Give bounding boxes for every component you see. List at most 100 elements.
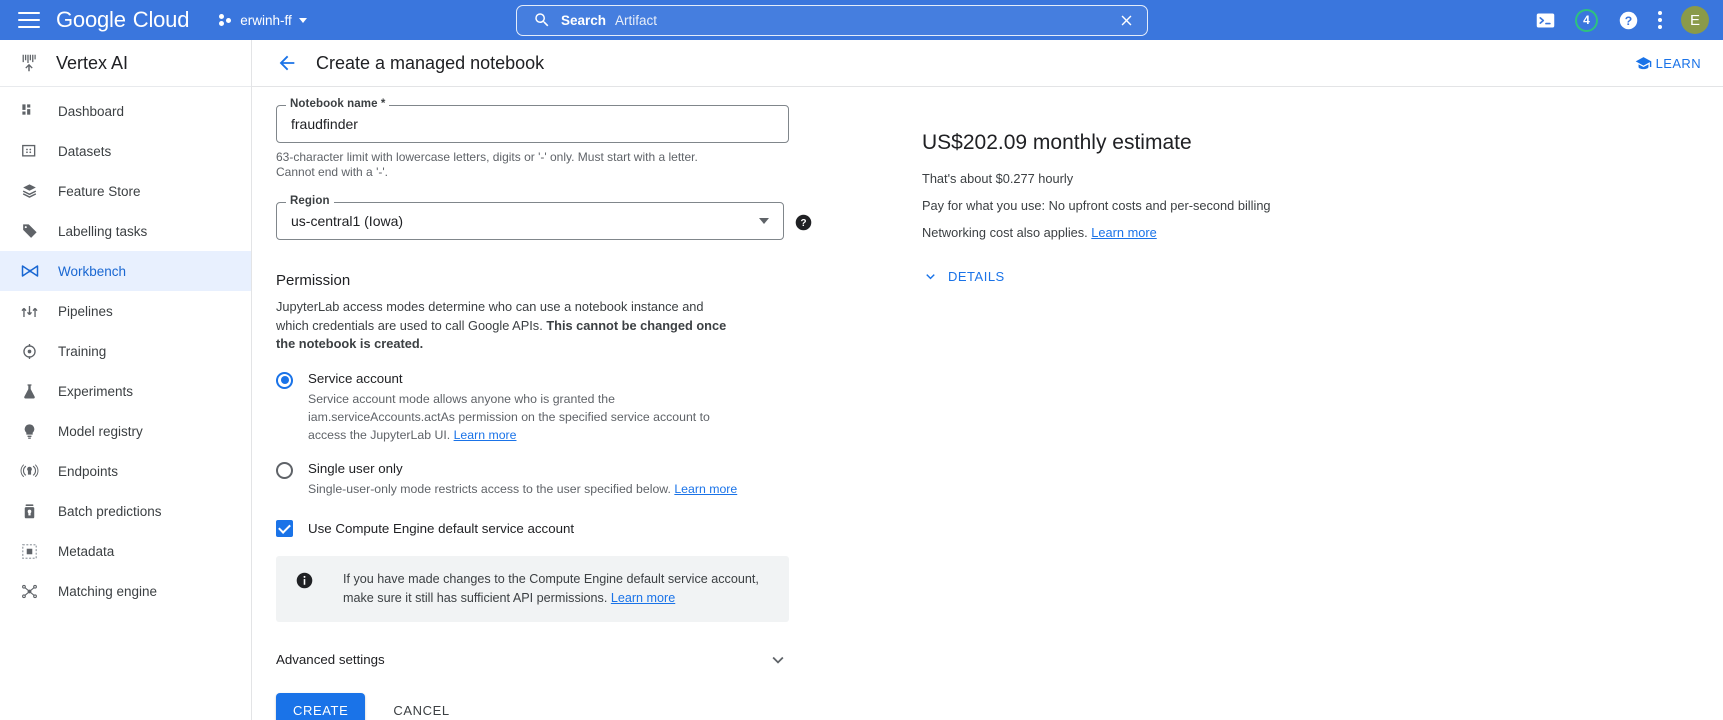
radio-option-service-account[interactable]: Service account Service account mode all… [276,371,812,444]
notebook-name-value: fraudfinder [291,116,358,132]
radio-desc-text: Single-user-only mode restricts access t… [308,482,674,496]
radio-description: Single-user-only mode restricts access t… [308,480,743,498]
model-registry-icon [19,421,40,442]
sidebar-item-endpoints[interactable]: Endpoints [0,451,251,491]
sidebar-item-workbench[interactable]: Workbench [0,251,251,291]
region-field[interactable]: Region us-central1 (Iowa) [276,202,784,240]
estimate-title: US$202.09 monthly estimate [922,131,1723,155]
help-icon[interactable]: ? [1617,9,1639,31]
notebook-name-label: Notebook name * [286,98,389,110]
sidebar-item-label: Model registry [58,424,143,439]
default-service-account-checkbox[interactable] [276,520,293,537]
svg-text:?: ? [1624,13,1631,27]
learn-label: LEARN [1656,56,1701,71]
sidebar-item-label: Pipelines [58,304,113,319]
sidebar-header: Vertex AI [0,40,251,87]
dashboard-icon [19,101,40,122]
learn-button[interactable]: LEARN [1635,55,1701,72]
brand-cloud: Cloud [133,7,189,32]
region-select[interactable]: us-central1 (Iowa) [276,202,784,240]
notebook-name-field[interactable]: Notebook name * fraudfinder [276,105,789,143]
feature-store-icon [19,181,40,202]
sidebar-item-feature-store[interactable]: Feature Store [0,171,251,211]
region-value: us-central1 (Iowa) [291,213,403,229]
help-circle-icon[interactable]: ? [795,214,812,231]
project-selector[interactable]: erwinh-ff [219,13,307,28]
top-app-bar: GoogleCloud erwinh-ff Search Artifact 4 … [0,0,1723,40]
sidebar-item-label: Feature Store [58,184,141,199]
advanced-settings-toggle[interactable]: Advanced settings [276,649,789,671]
search-bar[interactable]: Search Artifact [516,5,1148,36]
sidebar-item-labelling-tasks[interactable]: Labelling tasks [0,211,251,251]
sidebar-item-metadata[interactable]: Metadata [0,531,251,571]
content-area: Notebook name * fraudfinder 63-character… [252,87,1723,720]
page-header: Create a managed notebook LEARN [252,40,1723,87]
permission-heading: Permission [276,272,812,289]
radio-option-single-user[interactable]: Single user only Single-user-only mode r… [276,461,812,498]
sidebar-item-label: Datasets [58,144,111,159]
close-icon[interactable] [1118,12,1135,29]
search-icon [533,11,551,29]
search-input-value[interactable]: Artifact [615,13,657,28]
sidebar-item-label: Labelling tasks [58,224,147,239]
project-name: erwinh-ff [240,13,292,28]
sidebar-item-label: Matching engine [58,584,157,599]
sidebar-item-matching-engine[interactable]: Matching engine [0,571,251,611]
notifications-badge[interactable]: 4 [1575,9,1598,32]
create-button[interactable]: CREATE [276,693,365,720]
radio-description: Service account mode allows anyone who i… [308,390,743,444]
back-arrow-icon[interactable] [276,52,298,74]
estimate-hourly: That's about $0.277 hourly [922,171,1723,186]
hamburger-icon[interactable] [18,12,40,28]
chevron-down-icon[interactable] [767,649,789,671]
sidebar-item-model-registry[interactable]: Model registry [0,411,251,451]
datasets-icon [19,141,40,162]
sidebar-item-label: Training [58,344,106,359]
sidebar-item-experiments[interactable]: Experiments [0,371,251,411]
sidebar-item-pipelines[interactable]: Pipelines [0,291,251,331]
learn-more-link[interactable]: Learn more [611,591,675,605]
details-label: DETAILS [948,269,1005,284]
notebook-name-input[interactable]: fraudfinder [276,105,789,143]
brand-logo[interactable]: GoogleCloud [56,7,189,33]
kebab-menu-icon[interactable] [1658,11,1662,29]
info-text: If you have made changes to the Compute … [331,570,771,608]
page-title: Create a managed notebook [316,53,544,74]
form-actions: CREATE CANCEL [276,693,812,720]
sidebar-item-datasets[interactable]: Datasets [0,131,251,171]
top-bar-actions: 4 ? E [1534,6,1709,34]
training-icon [19,341,40,362]
terminal-icon[interactable] [1534,9,1556,31]
estimate-pay-model: Pay for what you use: No upfront costs a… [922,198,1723,213]
matching-engine-icon [19,581,40,602]
permission-description: JupyterLab access modes determine who ca… [276,298,736,354]
cancel-button[interactable]: CANCEL [379,693,463,720]
sidebar-item-dashboard[interactable]: Dashboard [0,91,251,131]
region-row: Region us-central1 (Iowa) ? [276,202,812,242]
learn-more-link[interactable]: Learn more [674,482,737,496]
sidebar-item-label: Workbench [58,264,126,279]
estimate-panel: US$202.09 monthly estimate That's about … [812,105,1723,720]
sidebar-item-training[interactable]: Training [0,331,251,371]
form-column: Notebook name * fraudfinder 63-character… [252,105,812,720]
graduation-cap-icon [1635,55,1652,72]
sidebar-item-batch-predictions[interactable]: Batch predictions [0,491,251,531]
chevron-down-icon [299,18,307,23]
sidebar-item-label: Endpoints [58,464,118,479]
estimate-networking-text: Networking cost also applies. [922,225,1091,240]
estimate-details-toggle[interactable]: DETAILS [922,268,1723,285]
chevron-down-icon[interactable] [759,218,769,224]
radio-service-account[interactable] [276,372,293,389]
product-title: Vertex AI [56,53,128,74]
avatar[interactable]: E [1681,6,1709,34]
app-body: Vertex AI Dashboard Datasets Feature Sto… [0,40,1723,720]
learn-more-link[interactable]: Learn more [454,428,517,442]
default-service-account-checkbox-row[interactable]: Use Compute Engine default service accou… [276,520,812,537]
search-label: Search [561,13,606,28]
sidebar-item-label: Metadata [58,544,114,559]
learn-more-link[interactable]: Learn more [1091,225,1156,240]
info-message: If you have made changes to the Compute … [343,572,759,605]
workbench-icon [19,261,40,282]
tag-icon [19,221,40,242]
radio-single-user[interactable] [276,462,293,479]
